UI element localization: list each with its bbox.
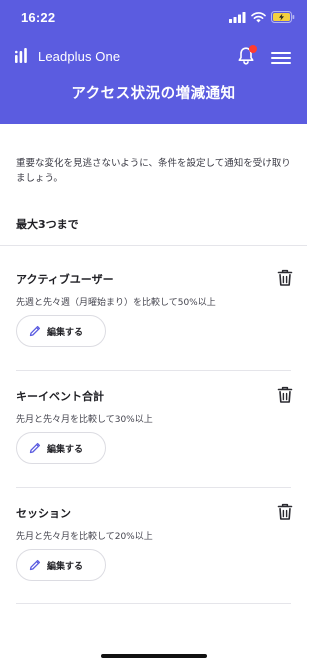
description-text: 重要な変化を見逃さないように、条件を設定して通知を受け取りましょう。 bbox=[16, 158, 291, 184]
item-divider bbox=[16, 487, 291, 488]
cellular-signal-icon bbox=[229, 11, 246, 23]
wifi-icon bbox=[251, 11, 266, 22]
notification-dot bbox=[249, 45, 257, 53]
pencil-icon bbox=[29, 325, 41, 337]
edit-button[interactable]: 編集する bbox=[16, 315, 106, 347]
page: 16:22 Leadplus One アクセス状況の増減通知 重要な変化を見逃さ… bbox=[0, 0, 307, 664]
page-title: アクセス状況の増減通知 bbox=[71, 86, 236, 102]
pencil-icon bbox=[29, 559, 41, 571]
hamburger-menu-icon bbox=[271, 52, 291, 54]
trash-icon bbox=[277, 503, 293, 520]
brand-logo[interactable]: Leadplus One bbox=[14, 48, 120, 64]
home-indicator[interactable] bbox=[101, 654, 207, 658]
menu-button[interactable] bbox=[271, 52, 291, 66]
notifications-button[interactable] bbox=[236, 45, 257, 66]
delete-button[interactable] bbox=[277, 269, 293, 287]
menu-line bbox=[271, 57, 291, 59]
pencil-icon bbox=[29, 442, 41, 454]
brand-name: Leadplus One bbox=[38, 48, 121, 64]
item-divider bbox=[16, 603, 291, 604]
delete-button[interactable] bbox=[277, 503, 293, 521]
item-divider bbox=[16, 370, 291, 371]
edit-button-label: 編集する bbox=[47, 327, 84, 338]
edit-button-label: 編集する bbox=[47, 561, 84, 572]
edit-button[interactable]: 編集する bbox=[16, 432, 106, 464]
header: 16:22 Leadplus One アクセス状況の増減通知 bbox=[0, 0, 307, 124]
app-bar: Leadplus One bbox=[0, 38, 307, 72]
alert-condition: 先月と先々月を比較して30%以上 bbox=[16, 415, 153, 425]
status-bar: 16:22 bbox=[0, 0, 307, 38]
alert-title: セッション bbox=[16, 507, 71, 520]
trash-icon bbox=[277, 269, 293, 286]
leadplus-logo-icon bbox=[15, 48, 27, 63]
status-time: 16:22 bbox=[21, 10, 56, 25]
delete-button[interactable] bbox=[277, 386, 293, 404]
alert-title: アクティブユーザー bbox=[16, 273, 114, 286]
edit-button[interactable]: 編集する bbox=[16, 549, 106, 581]
section-divider bbox=[0, 245, 307, 246]
edit-button-label: 編集する bbox=[47, 444, 84, 455]
battery-charging-icon bbox=[271, 11, 295, 23]
menu-line bbox=[271, 62, 291, 64]
status-icons bbox=[229, 11, 295, 23]
alert-condition: 先週と先々週（月曜始まり）を比較して50%以上 bbox=[16, 298, 216, 308]
alert-condition: 先月と先々月を比較して20%以上 bbox=[16, 532, 153, 542]
limit-label: 最大3つまで bbox=[16, 218, 79, 231]
trash-icon bbox=[277, 386, 293, 403]
alert-title: キーイベント合計 bbox=[16, 390, 104, 403]
